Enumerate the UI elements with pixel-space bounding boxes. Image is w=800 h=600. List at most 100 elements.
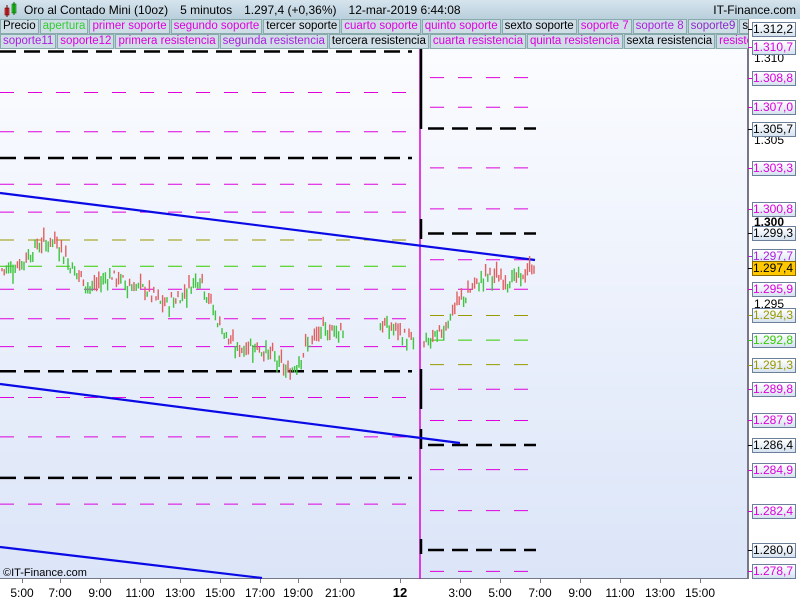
tick-mark [540, 579, 541, 583]
tick-mark [748, 571, 752, 573]
time-label: 13:00 [644, 586, 676, 600]
title-bar: Oro al Contado Mini (10oz) 5 minutos 1.2… [0, 0, 800, 19]
legend-item[interactable]: cuarta resistencia [429, 34, 526, 49]
time-label: 15:00 [204, 586, 236, 600]
instrument-name: Oro al Contado Mini (10oz) [24, 2, 169, 17]
time-axis[interactable]: 5:00 7:00 9:00 11:00 13:00 15:00 17:00 19:00 21:… [0, 579, 800, 600]
tick-mark [748, 445, 752, 447]
chart-plot[interactable] [0, 49, 748, 579]
price-level-tag: 1.310,7 [752, 39, 796, 55]
legend-item[interactable]: soporte 8 [632, 19, 687, 34]
tick-mark [748, 46, 752, 48]
tick-mark [748, 77, 752, 79]
site-name[interactable]: IT-Finance.com [713, 3, 796, 17]
tick-mark [660, 579, 661, 583]
legend-item[interactable]: soporte11 [0, 34, 57, 49]
legend-item[interactable]: sexto soporte [501, 19, 577, 34]
time-label: 3:00 [448, 586, 472, 600]
time-label: 17:00 [244, 586, 276, 600]
legend-item[interactable]: soporte12 [57, 34, 115, 49]
tick-mark [260, 579, 261, 583]
price-level-tag: 1.299,3 [752, 226, 796, 242]
legend-item[interactable]: apertura [39, 19, 89, 34]
last-quote: 1.297,4 (+0,36%) [244, 2, 337, 17]
trend-line [0, 382, 461, 445]
time-label: 11:00 [125, 586, 155, 600]
price-level-tag: 1.284,9 [752, 462, 796, 478]
tick-mark [580, 579, 581, 583]
tick-mark [748, 389, 752, 391]
time-label: 12 [392, 585, 408, 600]
tick-mark [748, 29, 752, 30]
legend-item[interactable]: segundo soporte [170, 19, 263, 34]
timeframe[interactable]: 5 minutos [180, 3, 232, 17]
price-axis[interactable]: 1.310 1.305 1.300 1.295 1.312,2 1.310,7 1.308,… [748, 19, 800, 580]
legend-item[interactable]: primera resistencia [115, 34, 219, 49]
tick-mark [748, 550, 752, 551]
time-label: 9:00 [88, 586, 112, 600]
price-level-tag: 1.292,8 [752, 333, 796, 349]
legend-item[interactable]: Precio [0, 19, 39, 34]
price-level-tag: 1.287,9 [752, 413, 796, 429]
axis-line [748, 19, 749, 579]
tick-mark [340, 579, 341, 583]
tick-mark [100, 579, 101, 583]
legend-item[interactable]: quinta resistencia [527, 34, 623, 49]
current-price-tag: 1.297,4 [752, 260, 796, 276]
tick-mark [220, 579, 221, 583]
indicator-legend-row-2: soporte11 soporte12 primera resistencia seg… [0, 34, 748, 49]
time-label: 7:00 [48, 586, 72, 600]
price-level-tag: 1.312,2 [752, 22, 796, 37]
tick-mark [748, 267, 752, 269]
trend-line [0, 191, 536, 262]
tick-mark [60, 579, 61, 583]
time-label: 13:00 [164, 586, 196, 600]
tick-mark [700, 579, 701, 583]
tick-mark [748, 420, 752, 422]
legend-item[interactable]: soporte10 [739, 19, 748, 34]
time-label: 15:00 [684, 586, 716, 600]
price-level-tag: 1.308,8 [752, 70, 796, 86]
tick-mark [748, 469, 752, 471]
legend-item[interactable]: soporte 7 [577, 19, 632, 34]
tick-mark [748, 107, 752, 109]
legend-item[interactable]: tercera resistencia [328, 34, 429, 49]
time-label: 21:00 [324, 586, 356, 600]
price-level-tag: 1.295,9 [752, 282, 796, 298]
tick-mark [400, 579, 401, 583]
price-level-tag: 1.307,0 [752, 100, 796, 116]
price-level-tag: 1.291,3 [752, 357, 796, 373]
legend-item[interactable]: sexta resistencia [623, 34, 716, 49]
timestamp: 12-mar-2019 6:44:08 [348, 2, 461, 17]
tick-mark [748, 510, 752, 512]
time-label: 5:00 [10, 586, 34, 600]
tick-mark [748, 128, 752, 130]
legend-item[interactable]: segunda resistencia [219, 34, 328, 49]
tick-mark [748, 364, 752, 366]
tick-mark [460, 579, 461, 583]
legend-item[interactable]: tercer soporte [263, 19, 341, 34]
price-chart[interactable] [0, 49, 748, 579]
time-label: 9:00 [568, 586, 592, 600]
tick-mark [748, 167, 752, 169]
legend-item[interactable]: cuarto soporte [341, 19, 421, 34]
candlestick-logo-icon [4, 1, 17, 17]
tick-mark [748, 233, 752, 235]
time-label: 11:00 [605, 586, 635, 600]
price-level-tag: 1.300,8 [752, 201, 796, 217]
price-level-tag: 1.303,3 [752, 160, 796, 176]
legend-item[interactable]: quinto soporte [421, 19, 501, 34]
indicator-legend-row-1: Precio apertura primer soporte segundo sopo… [0, 19, 748, 34]
price-level-tag: 1.305,7 [752, 121, 796, 137]
tick-mark [180, 579, 181, 583]
price-level-tag: 1.286,4 [752, 438, 796, 454]
tick-mark [748, 256, 752, 258]
tick-mark [620, 579, 621, 583]
legend-item[interactable]: resistencia7 [716, 34, 748, 49]
tick-mark [22, 579, 23, 583]
tick-mark [140, 579, 141, 583]
legend-item[interactable]: soporte9 [687, 19, 739, 34]
price-level-tag: 1.280,0 [752, 543, 796, 558]
legend-item[interactable]: primer soporte [89, 19, 170, 34]
tick-mark [748, 315, 752, 317]
